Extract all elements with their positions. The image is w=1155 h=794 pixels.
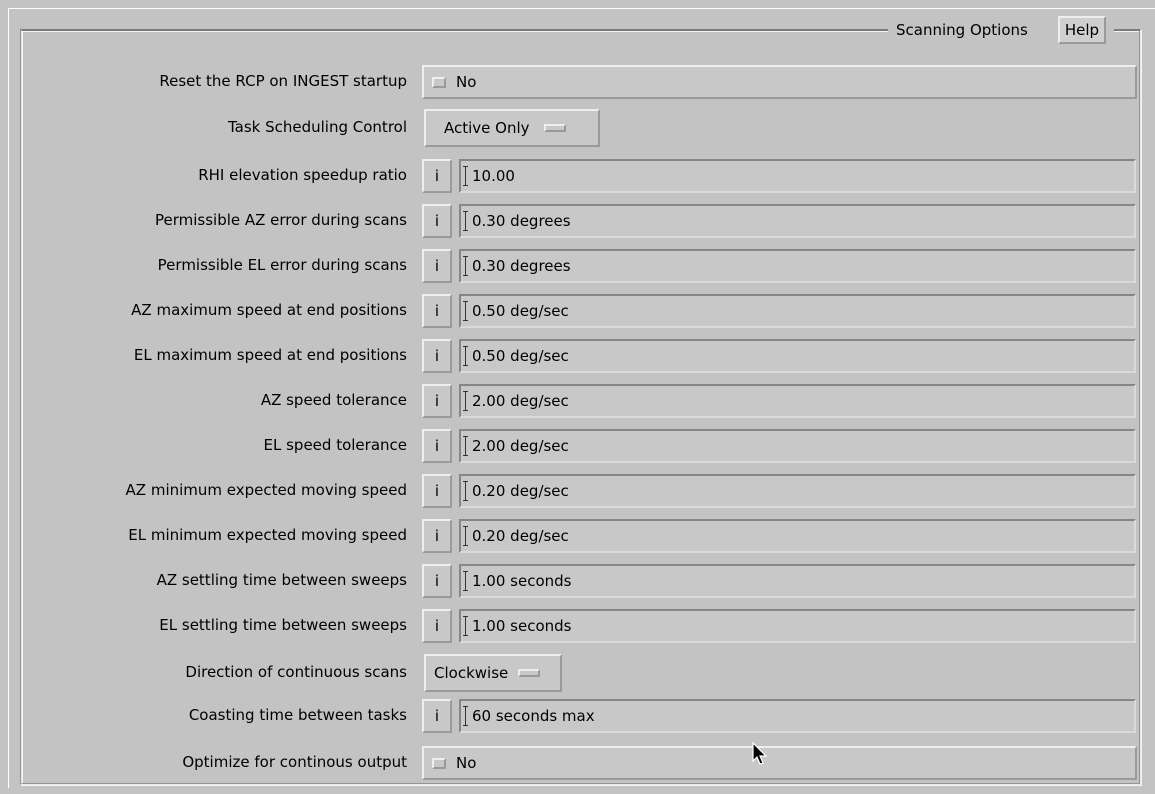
text-caret-icon [463,526,470,546]
info-button[interactable]: i [422,519,452,553]
scan-direction-menu[interactable]: Clockwise [424,654,562,692]
text-caret-icon [463,616,470,636]
text-caret-icon [463,706,470,726]
el-error-field[interactable]: 0.30 degrees [459,249,1136,283]
toggle-value: No [456,73,477,91]
row-label: EL minimum expected moving speed [128,526,407,544]
info-button[interactable]: i [422,249,452,283]
option-menu-indicator-icon [518,669,541,677]
info-button[interactable]: i [422,474,452,508]
el-settling-field[interactable]: 1.00 seconds [459,609,1136,643]
row-el-error: Permissible EL error during scans i 0.30… [0,247,1155,283]
az-error-field[interactable]: 0.30 degrees [459,204,1136,238]
task-scheduling-menu[interactable]: Active Only [424,109,600,147]
row-label: Task Scheduling Control [227,118,407,136]
optimize-output-toggle[interactable]: No [422,746,1137,780]
az-max-speed-field[interactable]: 0.50 deg/sec [459,294,1136,328]
text-caret-icon [463,391,470,411]
field-value: 60 seconds max [472,707,595,725]
toggle-value: No [456,754,477,772]
field-value: 0.50 deg/sec [472,347,569,365]
info-button[interactable]: i [422,564,452,598]
row-coasting-time: Coasting time between tasks i 60 seconds… [0,697,1155,733]
text-caret-icon [463,301,470,321]
row-rhi-speedup: RHI elevation speedup ratio i 10.00 [0,157,1155,193]
row-az-settling: AZ settling time between sweeps i 1.00 s… [0,562,1155,598]
field-value: 0.30 degrees [472,257,571,275]
row-reset-rcp: Reset the RCP on INGEST startup No [0,63,1155,99]
row-label: EL maximum speed at end positions [133,346,407,364]
field-value: 0.20 deg/sec [472,482,569,500]
group-legend: Scanning Options Help [888,16,1115,44]
row-az-max-speed: AZ maximum speed at end positions i 0.50… [0,292,1155,328]
field-value: 2.00 deg/sec [472,392,569,410]
row-label: AZ minimum expected moving speed [125,481,407,499]
field-value: 10.00 [472,167,515,185]
help-button[interactable]: Help [1057,16,1107,44]
row-el-min-speed: EL minimum expected moving speed i 0.20 … [0,517,1155,553]
row-label: RHI elevation speedup ratio [198,166,407,184]
info-button[interactable]: i [422,429,452,463]
row-optimize-output: Optimize for continous output No [0,744,1155,780]
row-az-min-speed: AZ minimum expected moving speed i 0.20 … [0,472,1155,508]
row-label: AZ maximum speed at end positions [131,301,407,319]
row-el-speed-tolerance: EL speed tolerance i 2.00 deg/sec [0,427,1155,463]
field-value: 1.00 seconds [472,572,572,590]
text-caret-icon [463,211,470,231]
group-title: Scanning Options [896,21,1028,39]
text-caret-icon [463,346,470,366]
row-label: AZ speed tolerance [260,391,407,409]
menu-value: Active Only [444,119,530,137]
info-button[interactable]: i [422,699,452,733]
row-label: Optimize for continous output [182,753,407,771]
row-label: EL settling time between sweeps [159,616,407,634]
mouse-pointer-icon [752,742,768,765]
el-min-speed-field[interactable]: 0.20 deg/sec [459,519,1136,553]
text-caret-icon [463,256,470,276]
row-el-settling: EL settling time between sweeps i 1.00 s… [0,607,1155,643]
el-max-speed-field[interactable]: 0.50 deg/sec [459,339,1136,373]
text-caret-icon [463,571,470,591]
info-button[interactable]: i [422,339,452,373]
row-label: Direction of continuous scans [185,663,407,681]
toggle-indicator-icon [432,757,446,769]
menu-value: Clockwise [434,664,509,682]
text-caret-icon [463,166,470,186]
az-speed-tolerance-field[interactable]: 2.00 deg/sec [459,384,1136,418]
row-label: Permissible AZ error during scans [154,211,407,229]
rhi-speedup-field[interactable]: 10.00 [459,159,1136,193]
text-caret-icon [463,436,470,456]
row-scan-direction: Direction of continuous scans Clockwise [0,654,1155,692]
row-label: EL speed tolerance [263,436,407,454]
row-task-scheduling: Task Scheduling Control Active Only [0,109,1155,147]
row-label: Reset the RCP on INGEST startup [159,72,407,90]
row-az-error: Permissible AZ error during scans i 0.30… [0,202,1155,238]
row-el-max-speed: EL maximum speed at end positions i 0.50… [0,337,1155,373]
field-value: 2.00 deg/sec [472,437,569,455]
az-settling-field[interactable]: 1.00 seconds [459,564,1136,598]
field-value: 0.30 degrees [472,212,571,230]
field-value: 0.20 deg/sec [472,527,569,545]
info-button[interactable]: i [422,384,452,418]
coasting-time-field[interactable]: 60 seconds max [459,699,1136,733]
info-button[interactable]: i [422,294,452,328]
info-button[interactable]: i [422,609,452,643]
field-value: 1.00 seconds [472,617,572,635]
az-min-speed-field[interactable]: 0.20 deg/sec [459,474,1136,508]
el-speed-tolerance-field[interactable]: 2.00 deg/sec [459,429,1136,463]
option-menu-indicator-icon [543,124,566,132]
info-button[interactable]: i [422,159,452,193]
info-button[interactable]: i [422,204,452,238]
field-value: 0.50 deg/sec [472,302,569,320]
row-az-speed-tolerance: AZ speed tolerance i 2.00 deg/sec [0,382,1155,418]
text-caret-icon [463,481,470,501]
toggle-indicator-icon [432,76,446,88]
row-label: Permissible EL error during scans [157,256,407,274]
reset-rcp-toggle[interactable]: No [422,65,1137,99]
row-label: AZ settling time between sweeps [156,571,407,589]
row-label: Coasting time between tasks [188,706,407,724]
